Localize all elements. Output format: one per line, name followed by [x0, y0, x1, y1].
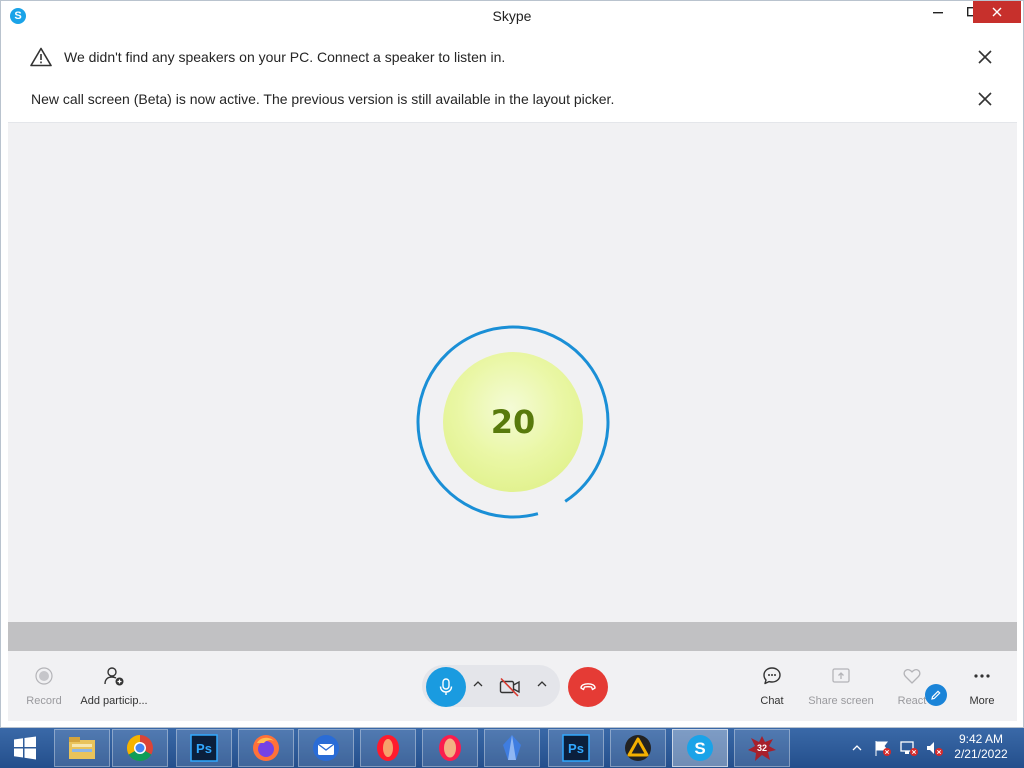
skype-icon: S — [687, 735, 713, 761]
add-participant-button[interactable]: Add particip... — [76, 665, 152, 707]
close-button[interactable] — [973, 1, 1021, 23]
chevron-up-icon[interactable] — [535, 677, 549, 691]
splash-icon: 32 — [748, 736, 776, 761]
taskbar-aimp[interactable] — [610, 729, 666, 767]
react-label: React — [897, 695, 927, 707]
aimp-icon — [625, 735, 651, 761]
action-center-flag-icon[interactable] — [872, 739, 894, 757]
skype-window: S Skype We didn't find any speakers on y… — [0, 0, 1024, 728]
taskbar: Ps Ps S 32 9:42 AM 2/21/2022 — [0, 728, 1024, 768]
firefox-icon — [253, 735, 279, 761]
taskbar-file-explorer[interactable] — [54, 729, 110, 767]
photoshop-icon: Ps — [562, 734, 590, 762]
taskbar-skype[interactable]: S — [672, 729, 728, 767]
close-icon[interactable] — [977, 49, 993, 65]
record-label: Record — [26, 695, 62, 707]
taskbar-photoshop-2[interactable]: Ps — [548, 729, 604, 767]
windows-logo-icon — [14, 736, 36, 760]
share-screen-button[interactable]: Share screen — [803, 665, 879, 707]
opera-icon — [377, 735, 399, 761]
taskbar-opera-gx[interactable] — [422, 729, 478, 767]
show-hidden-icons-icon[interactable] — [850, 741, 864, 755]
chevron-up-icon[interactable] — [471, 677, 485, 691]
end-call-button[interactable] — [568, 667, 608, 707]
microphone-icon — [439, 678, 453, 695]
crystal-icon — [503, 735, 521, 760]
taskbar-firefox[interactable] — [238, 729, 294, 767]
more-button[interactable]: More — [944, 665, 1020, 707]
more-label: More — [969, 695, 995, 707]
close-icon[interactable] — [977, 91, 993, 107]
record-icon — [35, 667, 53, 685]
chrome-icon — [126, 734, 153, 762]
taskbar-chrome[interactable] — [112, 729, 168, 767]
system-clock[interactable]: 9:42 AM 2/21/2022 — [948, 732, 1014, 762]
thunderbird-icon — [313, 735, 339, 761]
opera-gx-icon — [439, 735, 461, 761]
minimize-icon — [933, 12, 943, 14]
taskbar-thunderbird[interactable] — [298, 729, 354, 767]
more-icon — [974, 674, 990, 678]
svg-text:Ps: Ps — [568, 741, 584, 756]
volume-muted-icon[interactable] — [924, 739, 946, 757]
clock-time: 9:42 AM — [958, 732, 1004, 746]
participant-avatar[interactable]: 20 — [443, 352, 583, 492]
add-person-icon — [104, 667, 124, 686]
svg-text:Ps: Ps — [196, 741, 212, 756]
notice-text: We didn't find any speakers on your PC. … — [64, 49, 506, 65]
warning-icon — [30, 47, 52, 67]
camera-off-icon[interactable] — [498, 675, 522, 699]
share-screen-icon — [832, 668, 850, 683]
hang-up-icon — [580, 683, 596, 691]
system-tray — [850, 728, 946, 768]
beta-layout-notice: New call screen (Beta) is now active. Th… — [8, 77, 1017, 121]
title-bar: S Skype — [1, 1, 1023, 31]
share-screen-label: Share screen — [808, 695, 874, 707]
call-stage: 20 — [8, 123, 1017, 622]
folder-icon — [69, 737, 95, 759]
add-participant-label: Add particip... — [80, 695, 148, 707]
start-button[interactable] — [0, 729, 50, 767]
chat-icon — [763, 667, 781, 685]
taskbar-opera[interactable] — [360, 729, 416, 767]
taskbar-app-crystal[interactable] — [484, 729, 540, 767]
network-icon[interactable] — [898, 739, 920, 757]
minimize-button[interactable] — [921, 1, 955, 23]
svg-text:S: S — [694, 739, 705, 758]
pencil-icon — [931, 690, 941, 700]
notice-text: New call screen (Beta) is now active. Th… — [31, 91, 615, 107]
self-view-strip — [8, 622, 1017, 651]
record-button[interactable]: Record — [6, 665, 82, 707]
speaker-warning-notice: We didn't find any speakers on your PC. … — [8, 35, 1017, 79]
call-controls: Record Add particip... Chat Share screen… — [8, 651, 1017, 721]
clock-date: 2/21/2022 — [954, 747, 1008, 761]
mute-button[interactable] — [426, 667, 466, 707]
taskbar-splash-app[interactable]: 32 — [734, 729, 790, 767]
chat-button[interactable]: Chat — [734, 665, 810, 707]
heart-icon — [903, 669, 921, 684]
photoshop-icon: Ps — [190, 734, 218, 762]
close-icon — [992, 7, 1002, 17]
chat-label: Chat — [760, 695, 784, 707]
taskbar-photoshop[interactable]: Ps — [176, 729, 232, 767]
svg-text:32: 32 — [757, 743, 767, 753]
notification-area: We didn't find any speakers on your PC. … — [8, 33, 1017, 123]
window-title: Skype — [492, 8, 532, 24]
